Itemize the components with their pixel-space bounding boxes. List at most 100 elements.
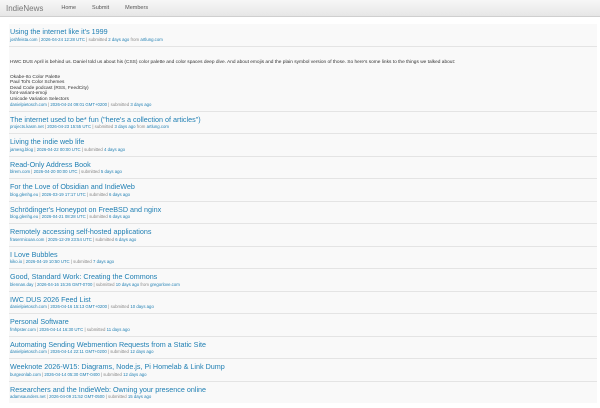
post-meta: projects.kasm.net | 2026-04-23 15:55 UTC…: [10, 124, 170, 130]
post-domain-link[interactable]: blennan.day: [10, 282, 33, 287]
post-domain-link[interactable]: burgeonlab.com: [10, 372, 41, 377]
post-submitted-link[interactable]: 10 days ago: [130, 304, 153, 309]
post-domain-link[interactable]: fmhpster.com: [10, 327, 36, 332]
post-item: Personal Software fmhpster.com | 2026-04…: [9, 313, 597, 336]
post-submitted-link[interactable]: 6 days ago: [115, 237, 136, 242]
submitted-label: submitted: [73, 259, 92, 265]
post-date-link[interactable]: 2026-04-19 10:50 UTC: [26, 259, 70, 264]
post-date-link[interactable]: 2026-04-14 22:11 GMT+0200: [50, 349, 106, 354]
post-item: Weeknote 2026-W15: Diagrams, Node.js, Pi…: [9, 358, 597, 381]
post-item: Using the internet like it's 1999 joshfe…: [9, 24, 597, 46]
post-item: IWC DUS 2026 Feed List danielpietosch.co…: [9, 290, 597, 314]
post-meta: fmhpster.com | 2026-04-14 16:30 UTC | su…: [10, 326, 130, 332]
post-item: HWC DUS April is behind us. Daniel told …: [9, 45, 597, 111]
submitted-label: submitted: [110, 304, 130, 310]
submitted-label: submitted: [89, 191, 108, 197]
post-title-link[interactable]: Read-Only Address Book: [10, 160, 596, 170]
post-from-link[interactable]: artlung.com: [147, 124, 169, 129]
post-submitted-link[interactable]: 15 days ago: [128, 394, 151, 399]
post-title-link[interactable]: Good, Standard Work: Creating the Common…: [10, 272, 596, 282]
post-submitted-link[interactable]: 5 days ago: [101, 169, 122, 174]
post-meta: blog.glenhg.eu | 2026-04-21 08:28 UTC | …: [10, 214, 131, 220]
post-title-link[interactable]: Remotely accessing self-hosted applicati…: [10, 227, 596, 237]
post-title-link[interactable]: Living the indie web life: [10, 137, 596, 147]
brand-logo[interactable]: IndieNews: [6, 4, 43, 13]
post-domain-link[interactable]: joshfeista.com: [10, 37, 37, 42]
submitted-label: submitted: [110, 349, 129, 355]
post-date-link[interactable]: 2026-04-16 15:26 GMT-0700: [37, 282, 92, 287]
post-title-link[interactable]: The internet used to be* fun ("here's a …: [10, 115, 596, 125]
post-submitted-link[interactable]: 7 days ago: [93, 259, 114, 264]
post-submitted-link[interactable]: 2 days ago: [108, 37, 129, 42]
submitted-label: submitted: [81, 169, 100, 175]
post-date-link[interactable]: 2026-04-24 12:28 UTC: [41, 37, 85, 42]
post-date-link[interactable]: 2026-04-21 08:28 UTC: [42, 214, 86, 219]
post-domain-link[interactable]: blog.glenhg.eu: [10, 214, 38, 219]
post-meta: jamesg.blog | 2026-04-22 00:00 UTC | sub…: [10, 146, 126, 152]
post-title-link[interactable]: I Love Bubbles: [10, 250, 596, 260]
post-domain-link[interactable]: jamesg.blog: [10, 147, 33, 152]
post-submitted-link[interactable]: 6 days ago: [109, 192, 130, 197]
post-title-link[interactable]: Weeknote 2026-W15: Diagrams, Node.js, Pi…: [10, 362, 596, 372]
post-domain-link[interactable]: danielpietosch.com: [10, 349, 47, 354]
submitted-label: submitted: [110, 101, 130, 107]
post-list: Using the internet like it's 1999 joshfe…: [9, 24, 597, 404]
post-submitted-link[interactable]: 3 days ago: [130, 102, 151, 107]
post-date-link[interactable]: 2026-04-24 09:01 GMT+0200: [50, 102, 107, 107]
post-title-link[interactable]: IWC DUS 2026 Feed List: [10, 295, 596, 305]
post-date-link[interactable]: 2026-04-16 15:13 GMT+0200: [50, 304, 107, 309]
post-meta: danielpietosch.com | 2026-04-14 22:11 GM…: [10, 349, 154, 355]
post-domain-link[interactable]: blog.glenhg.eu: [10, 192, 38, 197]
post-submitted-link[interactable]: 10 days ago: [116, 282, 139, 287]
post-submitted-link[interactable]: 3 days ago: [115, 124, 136, 129]
submitted-label: submitted: [103, 371, 122, 377]
post-date-link[interactable]: 2026-04-20 00:00 UTC: [34, 169, 78, 174]
post-item: Researchers and the IndieWeb: Owning you…: [9, 380, 597, 404]
post-date-link[interactable]: 2026-04-14 05:30 GMT-0400: [44, 372, 99, 377]
post-submitted-link[interactable]: 12 days ago: [123, 372, 146, 377]
post-item: Schrödinger's Honeypot on FreeBSD and ng…: [9, 200, 597, 224]
post-date-link[interactable]: 2026-04-14 16:30 UTC: [39, 327, 83, 332]
post-meta: adamsaunders.net | 2026-04-09 21:52 GMT-…: [10, 394, 152, 400]
submitted-label: submitted: [94, 124, 114, 130]
post-submitted-link[interactable]: 11 days ago: [107, 327, 130, 332]
post-title-link[interactable]: Automating Sending Webmention Requests f…: [10, 340, 596, 350]
post-item: I Love Bubbles kiko.io | 2026-04-19 10:5…: [9, 245, 597, 269]
top-navbar: IndieNews Home Submit Members: [0, 0, 600, 17]
post-submitted-link[interactable]: 4 days ago: [104, 147, 125, 152]
post-link-list: Okabe-Ito Color Palette Paul Tol's Color…: [10, 75, 596, 102]
submitted-label: submitted: [108, 394, 127, 400]
post-date-link[interactable]: 2026-04-23 15:55 UTC: [47, 124, 91, 129]
post-domain-link[interactable]: kiko.io: [10, 259, 22, 264]
post-meta: danielpietosch.com | 2026-04-24 09:01 GM…: [10, 101, 152, 107]
post-meta: blennan.day | 2026-04-16 15:26 GMT-0700 …: [10, 281, 180, 287]
post-title-link[interactable]: Researchers and the IndieWeb: Owning you…: [10, 385, 596, 395]
post-date-link[interactable]: 2026-04-22 00:00 UTC: [37, 147, 81, 152]
post-date-link[interactable]: 2026-04-09 21:52 GMT-0500: [49, 394, 104, 399]
post-domain-link[interactable]: danielpietosch.com: [10, 304, 47, 309]
post-meta: danielpietosch.com | 2026-04-16 15:13 GM…: [10, 304, 154, 310]
post-from-link[interactable]: gregorlove.com: [150, 282, 180, 287]
post-from-link[interactable]: artlung.com: [140, 37, 162, 42]
post-domain-link[interactable]: blrem.com: [10, 169, 30, 174]
post-title-link[interactable]: Personal Software: [10, 317, 596, 327]
submitted-label: submitted: [84, 146, 103, 152]
post-meta: blog.glenhg.eu | 2026-03-19 17:17 UTC | …: [10, 191, 131, 197]
from-label: from: [130, 36, 140, 42]
nav-home-link[interactable]: Home: [61, 5, 76, 11]
post-domain-link[interactable]: projects.kasm.net: [10, 124, 44, 129]
post-domain-link[interactable]: adamsaunders.net: [10, 394, 46, 399]
post-submitted-link[interactable]: 12 days ago: [130, 349, 153, 354]
post-submitted-link[interactable]: 6 days ago: [109, 214, 130, 219]
post-domain-link[interactable]: danielpietosch.com: [10, 102, 47, 107]
post-title-link[interactable]: For the Love of Obsidian and IndieWeb: [10, 182, 596, 192]
post-title-link[interactable]: Using the internet like it's 1999: [10, 27, 596, 37]
post-item: Remotely accessing self-hosted applicati…: [9, 223, 597, 246]
post-date-link[interactable]: 2026-03-19 17:17 UTC: [42, 192, 86, 197]
post-item: Living the indie web life jamesg.blog | …: [9, 133, 597, 156]
post-title-link[interactable]: Schrödinger's Honeypot on FreeBSD and ng…: [10, 205, 596, 215]
post-date-link[interactable]: 2025-12-29 23:54 UTC: [48, 237, 92, 242]
nav-members-link[interactable]: Members: [125, 5, 148, 11]
nav-submit-link[interactable]: Submit: [92, 5, 109, 11]
post-domain-link[interactable]: fraserrnicoan.com: [10, 237, 44, 242]
